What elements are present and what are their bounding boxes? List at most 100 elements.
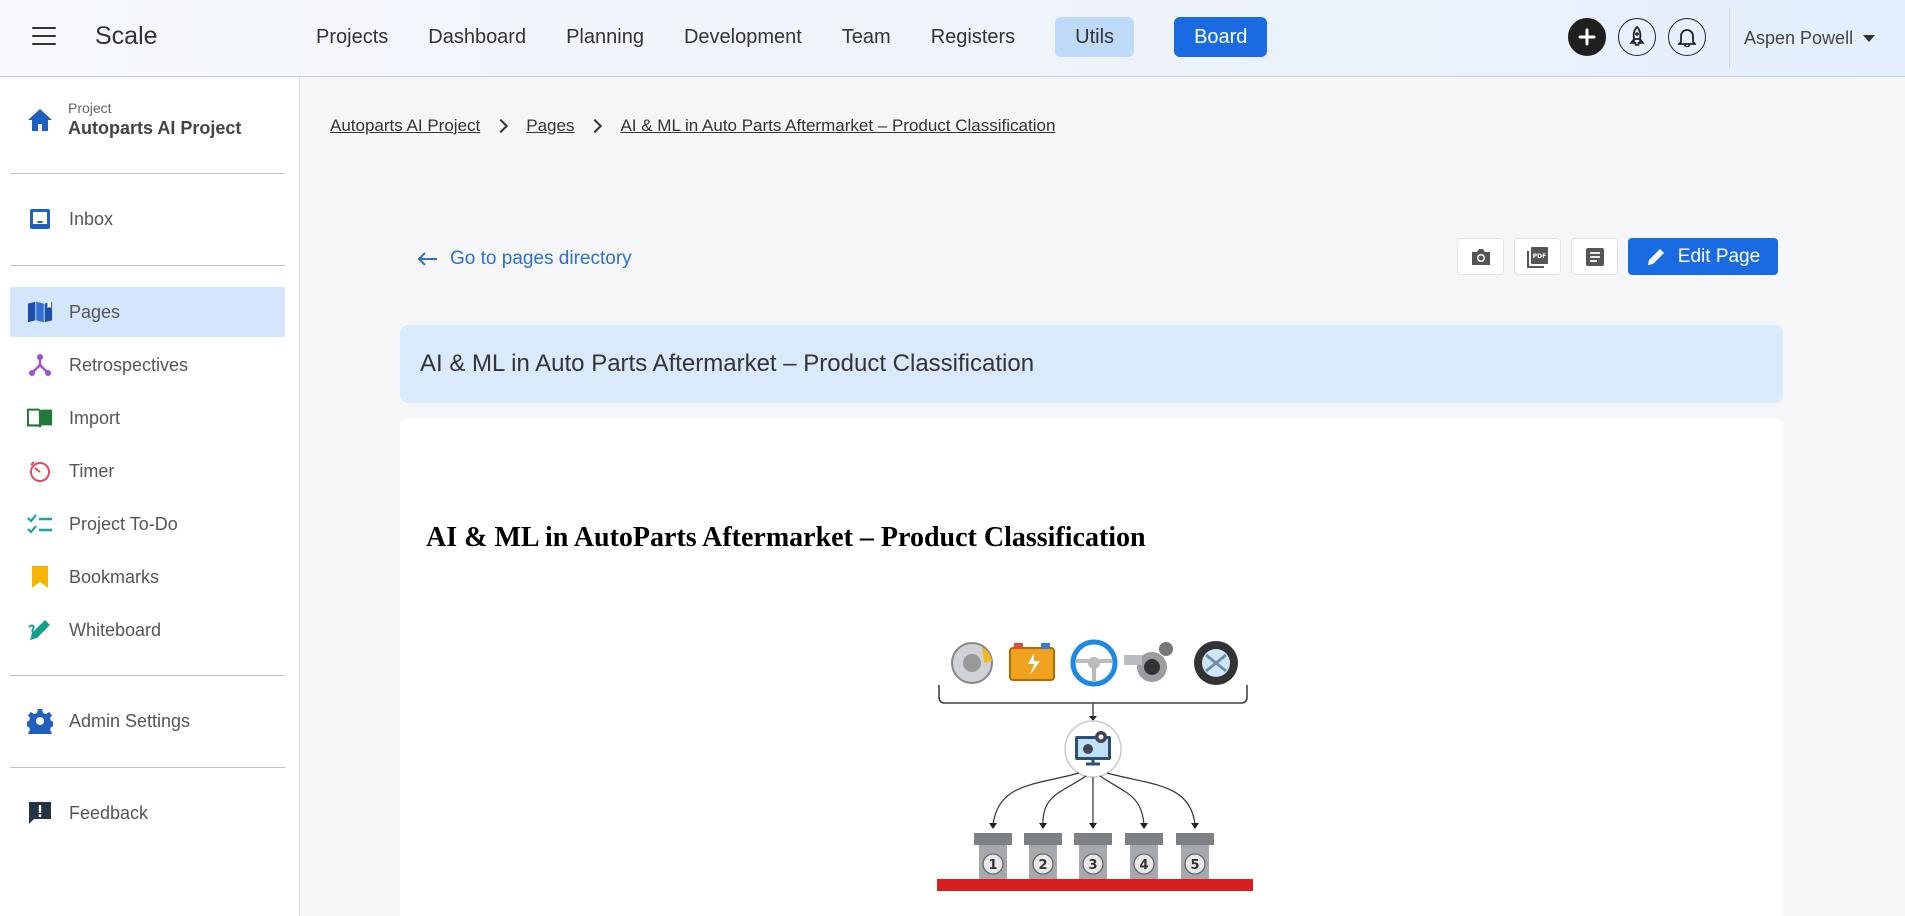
divider [10, 265, 285, 266]
bin-label: 2 [1038, 858, 1047, 873]
export-pdf-button[interactable]: PDF [1514, 238, 1561, 275]
back-to-directory-link[interactable]: Go to pages directory [418, 248, 632, 270]
sidebar-item-label: Inbox [69, 208, 114, 229]
pdf-icon: PDF [1526, 246, 1548, 268]
sidebar-item-label: Project To-Do [69, 513, 178, 534]
bookmark-icon [27, 564, 53, 590]
breadcrumb-current[interactable]: AI & ML in Auto Parts Aftermarket – Prod… [620, 116, 1055, 136]
sidebar-item-bookmarks[interactable]: Bookmarks [10, 552, 285, 602]
gear-icon [27, 708, 53, 734]
retro-icon [27, 352, 53, 378]
nav-projects[interactable]: Projects [296, 17, 408, 57]
project-caption: Project [68, 100, 112, 116]
bin-label: 5 [1190, 858, 1199, 873]
sidebar-item-pages[interactable]: Pages [10, 287, 285, 337]
sidebar-item-feedback[interactable]: Feedback [10, 788, 285, 838]
bin-label: 4 [1139, 858, 1148, 873]
sidebar-item-project-todo[interactable]: Project To-Do [10, 499, 285, 549]
breadcrumb-project[interactable]: Autoparts AI Project [330, 116, 480, 136]
sidebar-item-label: Feedback [69, 802, 149, 823]
nav-planning[interactable]: Planning [546, 17, 664, 57]
bin-4: 4 [1125, 833, 1163, 879]
app-brand[interactable]: Scale [95, 22, 158, 51]
turbocharger-icon [1124, 642, 1173, 682]
sidebar-item-whiteboard[interactable]: Whiteboard [10, 605, 285, 655]
sidebar: Project Autoparts AI Project Inbox Pages… [0, 78, 300, 916]
back-link-label: Go to pages directory [450, 248, 632, 269]
bell-icon[interactable] [1668, 18, 1706, 56]
nav-development[interactable]: Development [664, 17, 822, 57]
sidebar-item-timer[interactable]: Timer [10, 446, 285, 496]
feedback-icon [27, 800, 53, 826]
document-icon [1585, 247, 1604, 266]
sidebar-item-import[interactable]: Import [10, 393, 285, 443]
edit-page-button[interactable]: Edit Page [1628, 238, 1778, 275]
bin-3: 3 [1074, 833, 1112, 879]
sidebar-item-inbox[interactable]: Inbox [10, 194, 285, 244]
tire-icon [1194, 641, 1238, 685]
bin-label: 3 [1088, 858, 1097, 873]
ai-computer-icon [1064, 720, 1122, 778]
project-name: Autoparts AI Project [68, 118, 242, 138]
svg-text:PDF: PDF [1532, 253, 1545, 260]
board-button[interactable]: Board [1174, 17, 1268, 57]
sidebar-item-label: Admin Settings [69, 710, 191, 731]
arrow-left-icon [418, 252, 437, 266]
caret-down-icon [1863, 35, 1876, 42]
document-heading: AI & ML in AutoParts Aftermarket – Produ… [426, 522, 1146, 553]
checklist-icon [27, 511, 53, 537]
nav-team[interactable]: Team [822, 17, 911, 57]
divider [10, 675, 285, 676]
classification-diagram: 1 2 3 4 5 [937, 639, 1253, 891]
home-icon [28, 108, 52, 131]
battery-icon [1009, 643, 1055, 681]
sidebar-item-admin-settings[interactable]: Admin Settings [10, 696, 285, 746]
user-menu[interactable]: Aspen Powell [1744, 28, 1876, 49]
top-navbar: Scale Projects Dashboard Planning Develo… [0, 0, 1905, 77]
book-icon [27, 299, 53, 325]
add-icon[interactable] [1568, 18, 1606, 56]
chevron-right-icon [494, 118, 509, 134]
board-label: Board [1194, 25, 1248, 48]
main-content: Autoparts AI Project Pages AI & ML in Au… [301, 78, 1905, 916]
sidebar-item-label: Whiteboard [69, 619, 162, 640]
nav-utils[interactable]: Utils [1055, 17, 1135, 57]
main-nav: Projects Dashboard Planning Development … [296, 17, 1268, 57]
nav-dashboard[interactable]: Dashboard [408, 17, 546, 57]
breadcrumb-pages[interactable]: Pages [526, 116, 574, 136]
page-content: AI & ML in AutoParts Aftermarket – Produ… [400, 418, 1783, 916]
bin-1: 1 [974, 833, 1012, 879]
conveyor-base [937, 879, 1253, 891]
divider [10, 173, 285, 174]
export-doc-button[interactable] [1571, 238, 1618, 275]
menu-icon[interactable] [32, 27, 56, 47]
breadcrumb: Autoparts AI Project Pages AI & ML in Au… [330, 116, 1055, 136]
user-name: Aspen Powell [1744, 28, 1854, 48]
pencil-icon [1647, 248, 1664, 265]
sidebar-item-label: Pages [69, 301, 121, 322]
sidebar-item-label: Timer [69, 460, 115, 481]
inbox-icon [27, 206, 53, 232]
bin-2: 2 [1024, 833, 1062, 879]
whiteboard-icon [27, 617, 53, 643]
import-icon [27, 405, 53, 431]
timer-icon [27, 458, 53, 484]
nav-registers[interactable]: Registers [911, 17, 1035, 57]
sidebar-item-label: Import [69, 407, 121, 428]
sidebar-item-label: Bookmarks [69, 566, 160, 587]
nav-divider [1729, 8, 1730, 68]
rocket-icon[interactable] [1618, 18, 1656, 56]
steering-wheel-icon [1070, 639, 1118, 687]
sidebar-project[interactable]: Project Autoparts AI Project [26, 100, 241, 139]
sidebar-item-retrospectives[interactable]: Retrospectives [10, 340, 285, 390]
brake-disc-icon [951, 642, 993, 684]
screenshot-button[interactable] [1457, 238, 1504, 275]
page-title: AI & ML in Auto Parts Aftermarket – Prod… [400, 325, 1783, 403]
divider [10, 767, 285, 768]
sidebar-item-label: Retrospectives [69, 354, 189, 375]
bin-5: 5 [1176, 833, 1214, 879]
camera-icon [1471, 248, 1490, 265]
bin-label: 1 [988, 858, 997, 873]
edit-page-label: Edit Page [1677, 245, 1761, 267]
page-toolbar: PDF Edit Page [1457, 238, 1778, 275]
